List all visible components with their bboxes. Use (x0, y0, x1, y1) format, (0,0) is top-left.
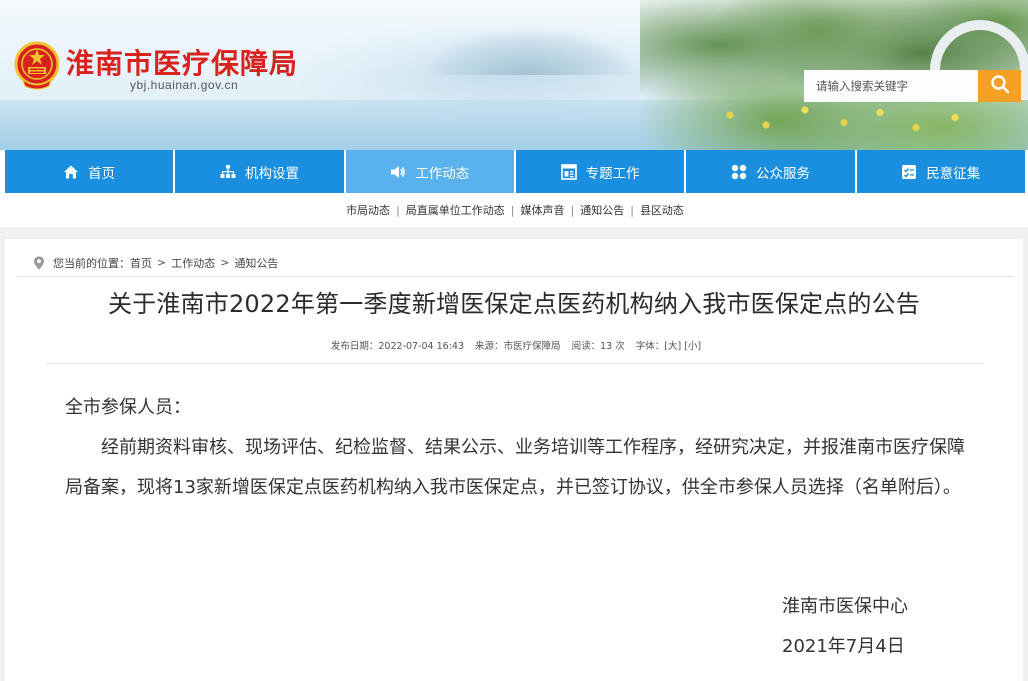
nav-item-label: 公众服务 (755, 165, 810, 182)
nav-item-label: 工作动态 (415, 165, 470, 182)
checklist-icon (901, 164, 917, 180)
nav-item-label: 民意征集 (926, 165, 981, 182)
article-signature: 淮南市医保中心 2021年7月4日 (782, 587, 908, 667)
font-large-button[interactable]: [大] (664, 341, 681, 352)
document-icon (560, 163, 577, 180)
signature-org: 淮南市医保中心 (782, 596, 908, 617)
section-divider-band (0, 227, 1028, 239)
nav-item-public-opinion[interactable]: 民意征集 (857, 150, 1025, 193)
nav-item-work-news[interactable]: 工作动态 (345, 150, 516, 193)
nav-item-special-topics[interactable]: 专题工作 (516, 150, 687, 193)
breadcrumb-work-news[interactable]: 工作动态 (171, 255, 215, 271)
search-button[interactable] (978, 70, 1021, 102)
speaker-icon (390, 164, 406, 180)
home-icon (63, 164, 79, 180)
site-title[interactable]: 淮南市医疗保障局 (66, 42, 298, 82)
search-icon (990, 74, 1010, 98)
subnav-item-city-news[interactable]: 市局动态 (346, 202, 390, 218)
meta-divider (46, 363, 984, 364)
search-box (804, 70, 978, 102)
font-size-label: 字体： (635, 341, 665, 352)
article-source: 来源：市医疗保障局 (475, 341, 561, 352)
breadcrumb-notices[interactable]: 通知公告 (234, 255, 278, 271)
subnav-item-notices[interactable]: 通知公告 (580, 202, 624, 218)
grid-icon (731, 164, 747, 180)
banner-flowers (700, 95, 1000, 145)
article-paragraph: 经前期资料审核、现场评估、纪检监督、结果公示、业务培训等工作程序，经研究决定，并… (65, 437, 965, 498)
national-emblem-icon (13, 40, 61, 92)
subnav-separator: | (570, 203, 575, 217)
breadcrumb-prefix: 您当前的位置： (53, 256, 130, 270)
font-small-button[interactable]: [小] (684, 341, 701, 352)
org-chart-icon (220, 164, 236, 180)
view-count: 阅读：13 次 (571, 341, 625, 352)
subnav-item-media[interactable]: 媒体声音 (521, 202, 565, 218)
subnav-item-affiliated-units[interactable]: 局直属单位工作动态 (406, 202, 505, 218)
location-pin-icon (33, 256, 45, 270)
nav-item-label: 专题工作 (585, 165, 640, 182)
article-body: 全市参保人员： 经前期资料审核、现场评估、纪检监督、结果公示、业务培训等工作程序… (65, 388, 970, 508)
article-salutation: 全市参保人员： (65, 397, 191, 418)
breadcrumb: 您当前的位置： 首页 > 工作动态 > 通知公告 (17, 249, 1014, 277)
main-nav: 首页 机构设置 工作动态 专题工作 公众服务 民意征集 (5, 150, 1025, 193)
search-input[interactable] (804, 70, 978, 102)
breadcrumb-separator: > (220, 256, 230, 269)
sub-nav: 市局动态 | 局直属单位工作动态 | 媒体声音 | 通知公告 | 县区动态 (5, 193, 1025, 227)
subnav-separator: | (396, 203, 400, 217)
nav-item-public-services[interactable]: 公众服务 (686, 150, 857, 193)
signature-date: 2021年7月4日 (782, 636, 905, 657)
nav-item-label: 首页 (88, 165, 116, 182)
nav-item-organization[interactable]: 机构设置 (175, 150, 346, 193)
banner-hill (430, 30, 630, 75)
publish-date: 发布日期：2022-07-04 16:43 (330, 341, 464, 352)
article-title: 关于淮南市2022年第一季度新增医保定点医药机构纳入我市医保定点的公告 (107, 290, 921, 318)
subnav-separator: | (510, 203, 515, 217)
article-meta: 发布日期：2022-07-04 16:43 来源：市医疗保障局 阅读：13 次 … (0, 338, 1028, 352)
subnav-separator: | (630, 203, 634, 217)
nav-item-label: 机构设置 (244, 165, 299, 182)
site-domain: ybj.huainan.gov.cn (130, 78, 239, 92)
nav-item-home[interactable]: 首页 (5, 150, 176, 193)
breadcrumb-separator: > (157, 256, 167, 269)
breadcrumb-home[interactable]: 首页 (130, 255, 152, 271)
subnav-item-county-news[interactable]: 县区动态 (640, 202, 684, 218)
